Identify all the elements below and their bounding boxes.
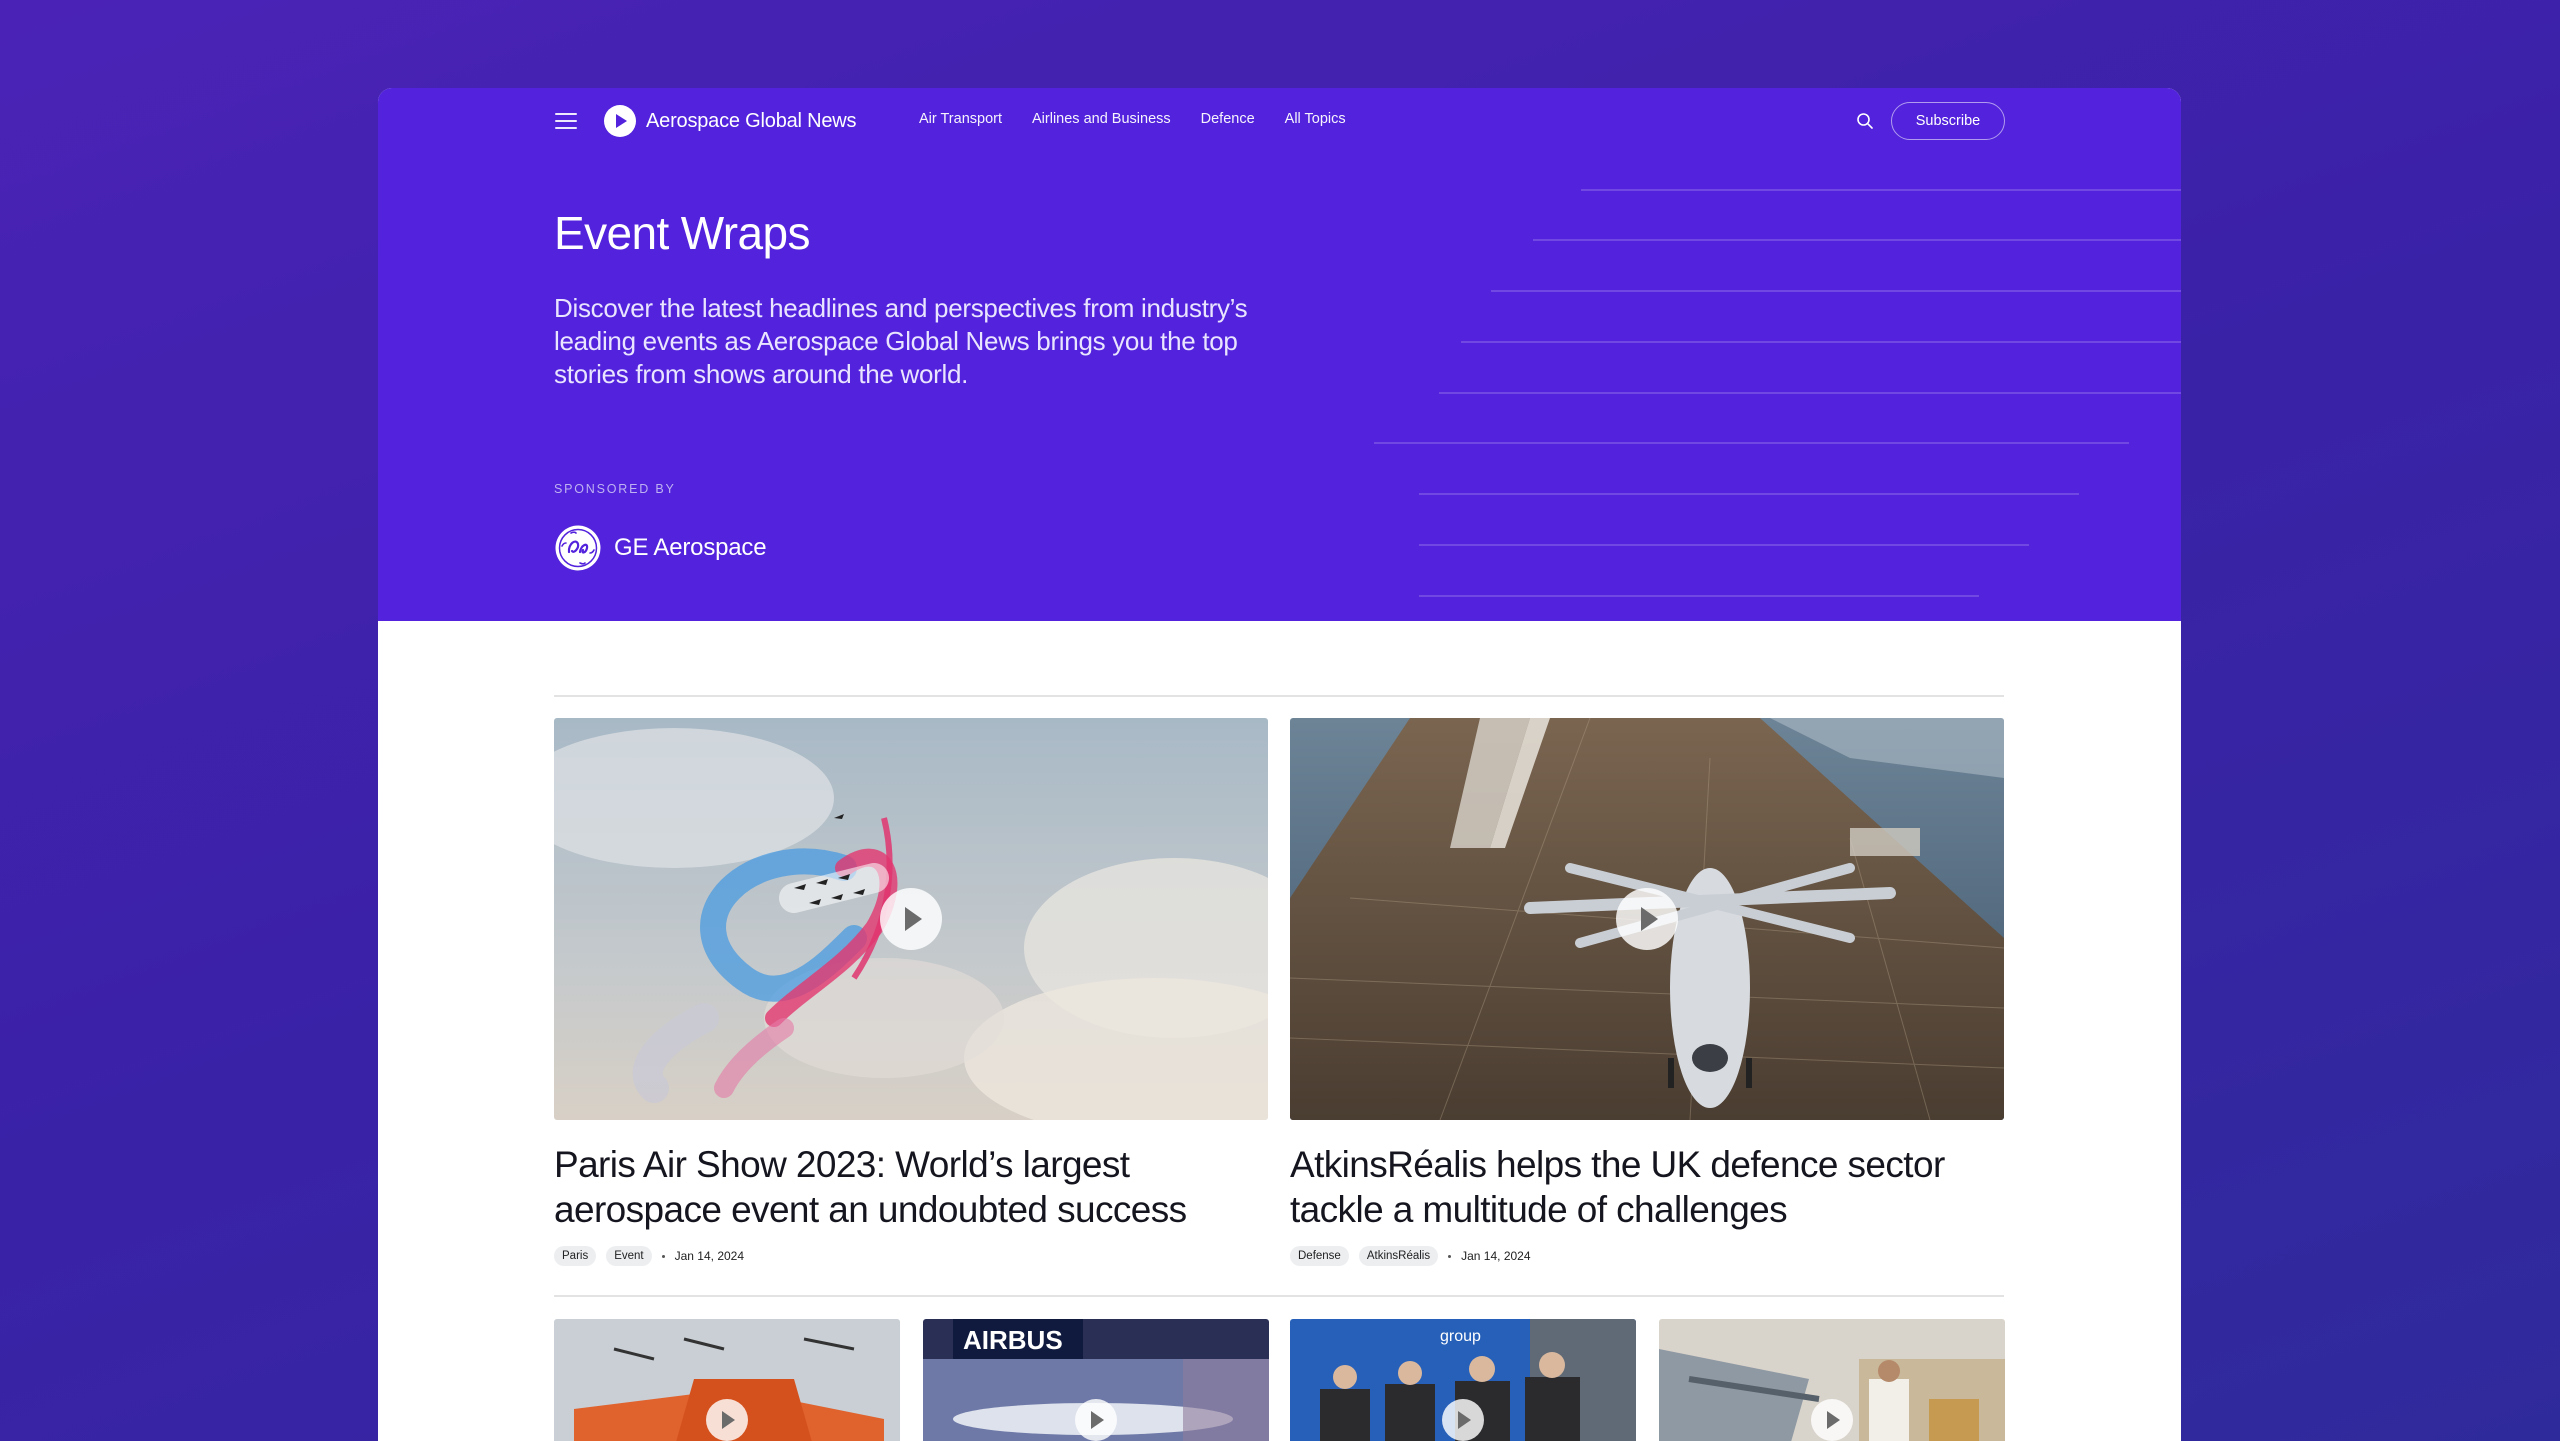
divider [554,695,2004,697]
article-title[interactable]: Paris Air Show 2023: World’s largest aer… [554,1142,1268,1232]
featured-article-card[interactable]: AtkinsRéalis helps the UK defence sector… [1290,718,2004,1266]
airbus-sign: AIRBUS [963,1325,1063,1355]
article-meta: Paris Event Jan 14, 2024 [554,1246,1268,1266]
article-thumbnail[interactable] [554,718,1268,1120]
page-title: Event Wraps [554,207,810,259]
play-video-icon[interactable] [1442,1399,1484,1441]
sponsor-logo[interactable]: GE Aerospace [554,524,767,572]
nav-airlines-business[interactable]: Airlines and Business [1032,111,1171,127]
hero-section: Aerospace Global News Air Transport Airl… [378,88,2181,621]
article-thumbnail[interactable] [1290,718,2004,1120]
article-tag[interactable]: Paris [554,1246,597,1266]
sponsored-label: SPONSORED BY [554,482,676,496]
article-thumbnail-evtol[interactable] [554,1319,900,1441]
article-tag[interactable]: AtkinsRéalis [1358,1246,1439,1266]
hamburger-menu-icon[interactable] [555,113,577,129]
nav-air-transport[interactable]: Air Transport [919,111,1002,127]
page-description: Discover the latest headlines and perspe… [554,293,1248,389]
brand-logo-link[interactable]: Aerospace Global News [604,105,857,137]
sponsor-name: GE Aerospace [614,534,767,561]
play-video-icon[interactable] [1811,1399,1853,1441]
article-thumbnail-airbus[interactable]: AIRBUS [923,1319,1269,1441]
featured-article-card[interactable]: Paris Air Show 2023: World’s largest aer… [554,718,1268,1266]
ge-monogram-icon [555,525,601,571]
banner-text: group [1440,1328,1481,1345]
article-date: Jan 14, 2024 [674,1249,745,1263]
article-title[interactable]: AtkinsRéalis helps the UK defence sector… [1290,1142,2004,1232]
article-tag[interactable]: Event [606,1246,652,1266]
play-video-icon[interactable] [706,1399,748,1441]
article-tag[interactable]: Defense [1290,1246,1349,1266]
meta-separator [661,1254,665,1258]
article-thumbnail-dignitaries[interactable] [1659,1319,2005,1441]
article-thumbnail-group[interactable]: group [1290,1319,1636,1441]
main-nav: Air Transport Airlines and Business Defe… [919,111,1346,127]
hero-decorative-lines [1281,88,2181,621]
divider [554,1295,2004,1297]
play-logo-icon [604,105,636,137]
subscribe-button[interactable]: Subscribe [1891,102,2005,140]
meta-separator [1448,1254,1452,1258]
play-video-icon[interactable] [1616,888,1678,950]
play-video-icon[interactable] [880,888,942,950]
brand-name: Aerospace Global News [646,109,857,132]
article-date: Jan 14, 2024 [1461,1249,1531,1263]
search-icon[interactable] [1856,112,1874,130]
play-video-icon[interactable] [1075,1399,1117,1441]
article-meta: Defense AtkinsRéalis Jan 14, 2024 [1290,1246,2004,1266]
page-frame: Aerospace Global News Air Transport Airl… [378,88,2181,1441]
nav-defence[interactable]: Defence [1201,111,1255,127]
top-navigation-bar: Aerospace Global News Air Transport Airl… [378,88,2181,154]
nav-all-topics[interactable]: All Topics [1285,111,1346,127]
